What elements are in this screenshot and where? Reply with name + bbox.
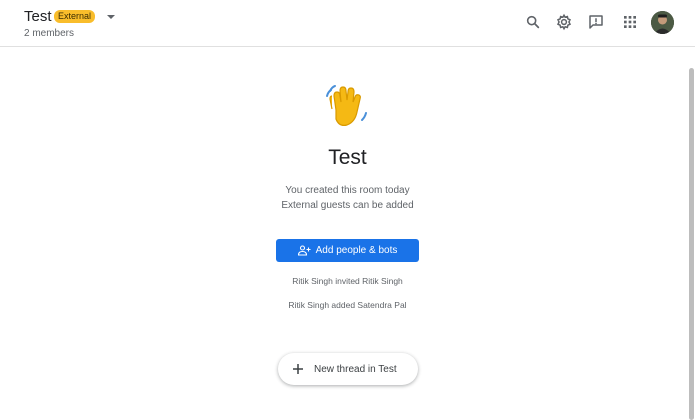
external-guests-info: External guests can be added (281, 200, 414, 211)
plus-icon (289, 363, 307, 375)
search-icon (526, 15, 540, 29)
feedback-icon (589, 15, 603, 29)
caret-down-icon (107, 15, 115, 19)
apps-button[interactable] (619, 11, 641, 33)
avatar[interactable] (651, 11, 674, 34)
apps-grid-icon (624, 16, 636, 28)
room-header: Test External 2 members (0, 0, 695, 47)
search-button[interactable] (522, 11, 544, 33)
room-created-info: You created this room today (285, 185, 410, 196)
user-photo-icon (651, 11, 674, 34)
gear-icon (556, 13, 572, 31)
system-event: Ritik Singh added Satendra Pal (288, 300, 407, 310)
settings-button[interactable] (553, 11, 575, 33)
room-name-heading: Test (328, 146, 367, 169)
add-person-icon (297, 245, 311, 256)
room-title: Test (24, 8, 52, 25)
add-people-bots-label: Add people & bots (315, 245, 398, 256)
scrollbar-thumb[interactable] (689, 68, 694, 420)
new-thread-button[interactable]: New thread in Test (278, 353, 418, 385)
new-thread-label: New thread in Test (314, 363, 397, 375)
member-count[interactable]: 2 members (24, 28, 74, 39)
waving-hands-icon (322, 82, 372, 132)
add-people-bots-button[interactable]: Add people & bots (276, 239, 419, 262)
room-menu-dropdown[interactable] (103, 9, 119, 25)
feedback-button[interactable] (585, 11, 607, 33)
external-badge: External (54, 10, 96, 23)
system-event: Ritik Singh invited Ritik Singh (292, 276, 403, 286)
